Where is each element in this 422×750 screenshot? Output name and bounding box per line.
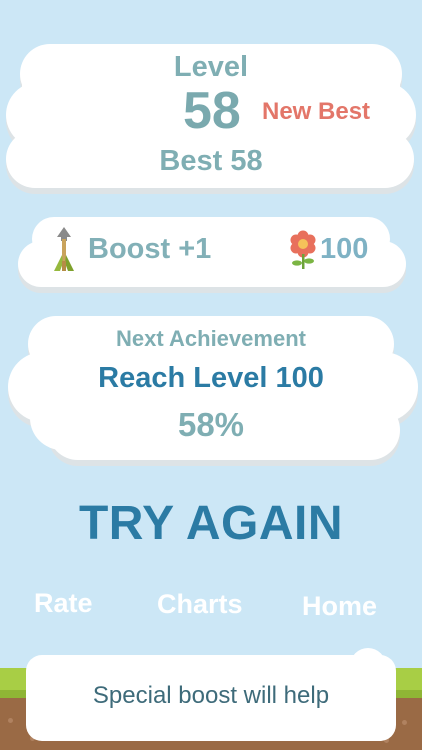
arrow-icon <box>52 227 76 280</box>
achievement-title: Next Achievement <box>116 326 306 351</box>
new-best-badge: New Best <box>262 98 371 125</box>
score-panel: Level 58 New Best Best 58 <box>0 38 422 198</box>
level-label: Level <box>173 51 249 83</box>
charts-button[interactable]: Charts <box>157 589 243 620</box>
toast-message: Special boost will help <box>92 682 330 709</box>
achievement-panel: Next Achievement Reach Level 100 58% <box>0 312 422 472</box>
home-button[interactable]: Home <box>302 591 377 622</box>
boost-label: Boost +1 <box>88 233 212 265</box>
try-again-button[interactable]: TRY AGAIN <box>0 496 422 551</box>
flower-icon <box>288 230 318 275</box>
achievement-progress: 58% <box>177 406 245 443</box>
achievement-goal: Reach Level 100 <box>98 362 324 394</box>
rate-button[interactable]: Rate <box>34 588 93 619</box>
current-level-value: 58 <box>183 82 241 140</box>
coins-count: 100 <box>320 233 369 265</box>
hint-toast: Special boost will help <box>26 655 396 741</box>
boost-panel[interactable]: Boost +1 100 <box>0 215 422 295</box>
best-score-label: Best 58 <box>159 145 263 177</box>
